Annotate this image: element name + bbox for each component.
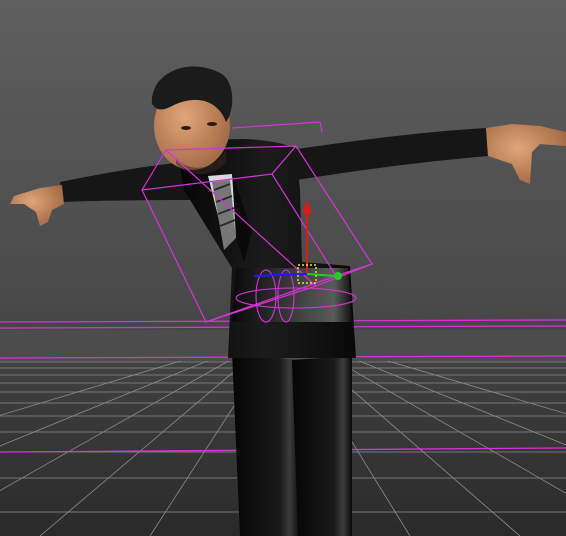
eye: [181, 126, 191, 130]
left-leg: [232, 352, 300, 536]
z-axis-end-icon[interactable]: [334, 272, 342, 280]
3d-viewport[interactable]: [0, 0, 566, 536]
right-leg: [292, 356, 352, 536]
eye: [207, 122, 217, 126]
viewport-canvas[interactable]: [0, 0, 566, 536]
